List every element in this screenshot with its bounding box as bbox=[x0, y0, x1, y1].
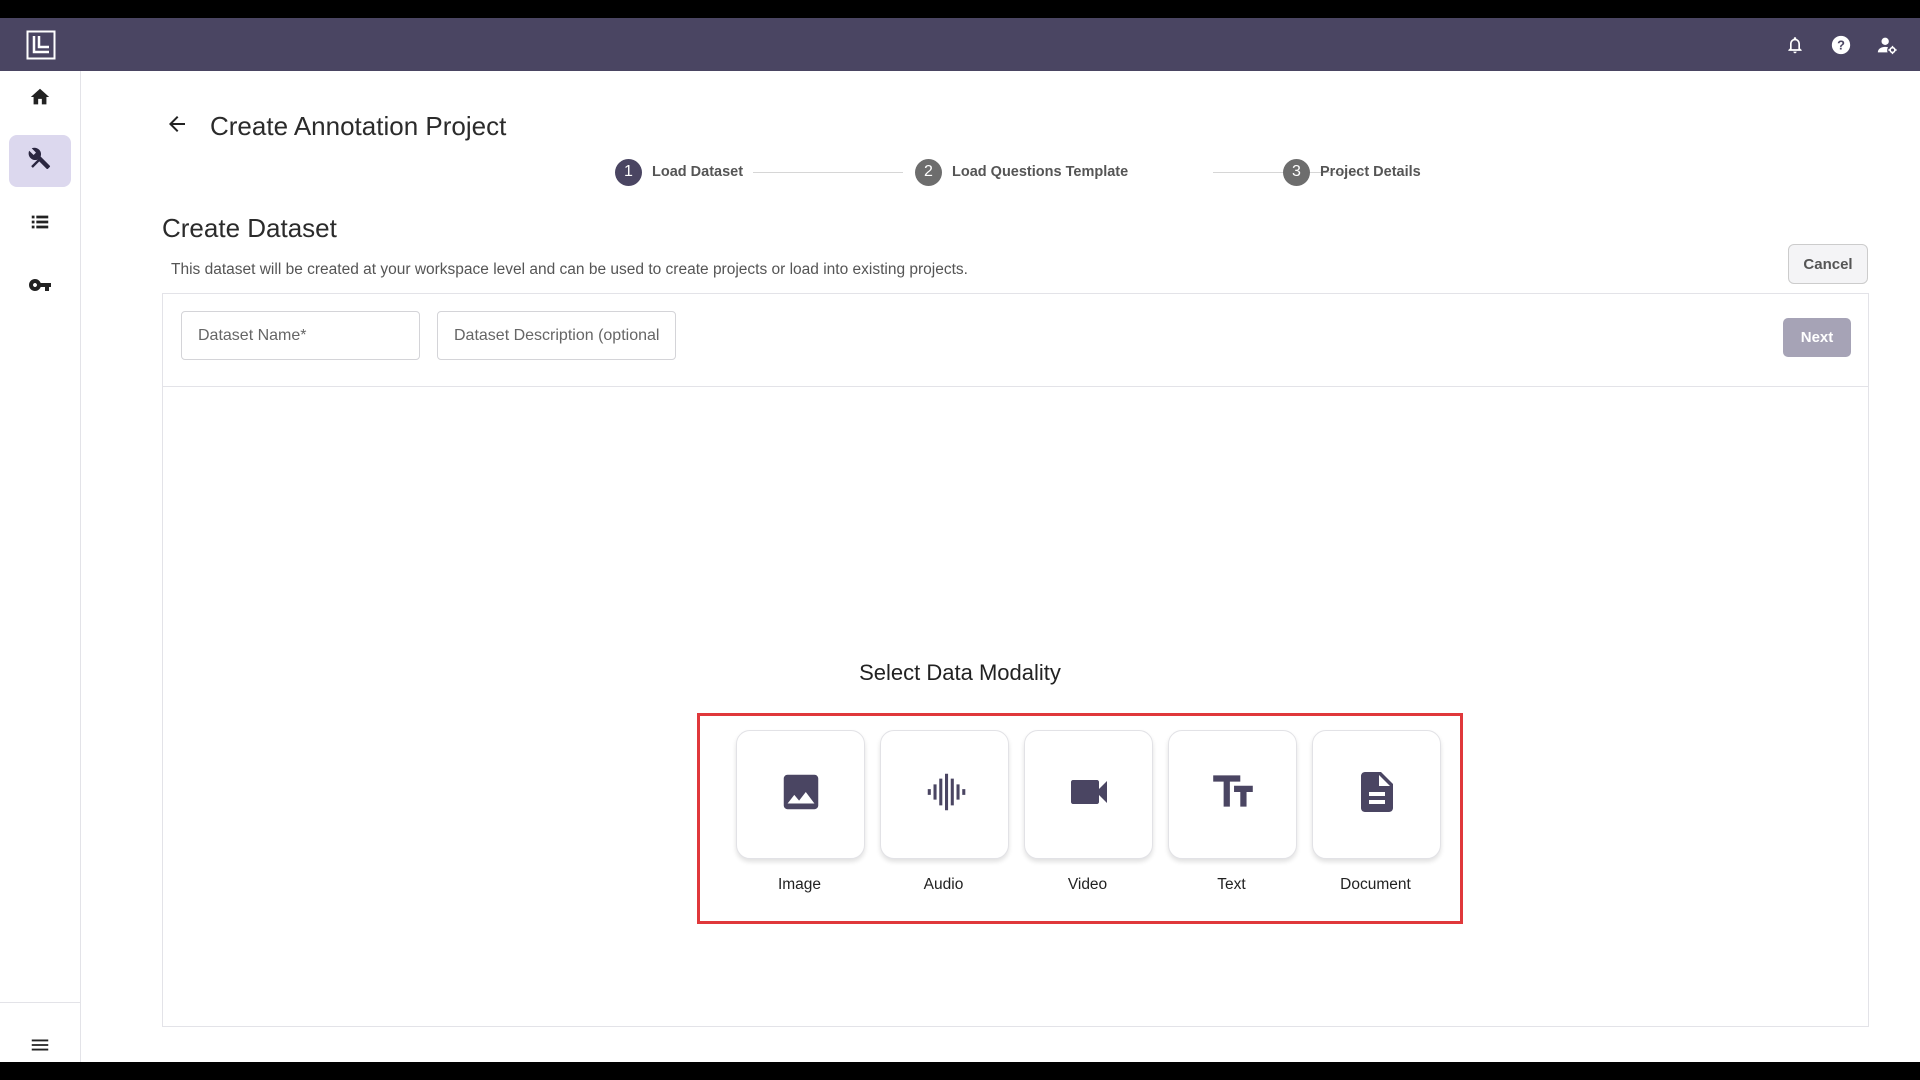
step-label: Load Dataset bbox=[652, 164, 744, 180]
tools-icon bbox=[28, 147, 52, 176]
page-title: Create Annotation Project bbox=[210, 111, 507, 141]
audio-waveform-icon bbox=[922, 769, 968, 820]
user-settings-icon[interactable] bbox=[1874, 32, 1900, 58]
step-load-dataset: 1 Load Dataset bbox=[615, 158, 743, 186]
document-icon bbox=[1353, 768, 1401, 821]
modality-title: Select Data Modality bbox=[859, 660, 1061, 685]
cancel-button[interactable]: Cancel bbox=[1788, 244, 1868, 284]
modality-image-button[interactable] bbox=[736, 730, 865, 859]
videocam-icon bbox=[1065, 768, 1113, 821]
image-icon bbox=[778, 769, 824, 820]
sidebar bbox=[0, 71, 81, 1062]
section-description: This dataset will be created at your wor… bbox=[171, 261, 968, 278]
main-content: Create Annotation Project 1 Load Dataset… bbox=[80, 71, 1920, 1062]
step-number: 1 bbox=[615, 158, 642, 186]
modality-text-label: Text bbox=[1217, 876, 1246, 893]
help-icon[interactable]: ? bbox=[1828, 32, 1854, 58]
sidebar-item-keys[interactable] bbox=[9, 261, 71, 313]
dataset-name-input[interactable] bbox=[182, 312, 419, 359]
section-title: Create Dataset bbox=[162, 213, 337, 243]
step-load-questions-template: 2 Load Questions Template bbox=[915, 158, 1128, 186]
top-bar-actions: ? bbox=[1782, 18, 1900, 71]
step-number: 2 bbox=[915, 158, 942, 186]
step-connector bbox=[753, 172, 903, 173]
sidebar-divider bbox=[0, 1002, 80, 1003]
text-fields-icon bbox=[1208, 767, 1258, 822]
svg-text:?: ? bbox=[1837, 37, 1845, 52]
sidebar-item-list[interactable] bbox=[9, 198, 71, 250]
menu-icon bbox=[29, 1034, 51, 1061]
sidebar-menu-toggle[interactable] bbox=[9, 1021, 71, 1062]
dataset-description-input[interactable] bbox=[438, 312, 675, 359]
modality-video-button[interactable] bbox=[1024, 730, 1153, 859]
sidebar-item-home[interactable] bbox=[9, 73, 71, 125]
sidebar-item-tools[interactable] bbox=[9, 135, 71, 187]
step-label: Load Questions Template bbox=[952, 164, 1129, 180]
home-icon bbox=[29, 86, 51, 113]
arrow-back-icon bbox=[165, 112, 189, 141]
list-icon bbox=[29, 211, 51, 238]
dataset-name-field[interactable] bbox=[181, 311, 420, 360]
modality-options: Image Audio Video Text Document bbox=[697, 713, 1463, 924]
modality-audio-button[interactable] bbox=[880, 730, 1009, 859]
stepper: 1 Load Dataset 2 Load Questions Template… bbox=[615, 158, 1501, 190]
modality-video-label: Video bbox=[1067, 876, 1108, 893]
bell-icon[interactable] bbox=[1782, 32, 1808, 58]
step-project-details: 3 Project Details bbox=[1283, 158, 1421, 186]
app-screen: ? Create Annotation Project 1 Load Datas… bbox=[0, 18, 1920, 1062]
back-button[interactable] bbox=[162, 112, 192, 142]
modality-document-button[interactable] bbox=[1312, 730, 1441, 859]
next-button[interactable]: Next bbox=[1783, 318, 1851, 357]
step-number: 3 bbox=[1283, 158, 1310, 186]
modality-audio-label: Audio bbox=[923, 876, 964, 893]
modality-document-label: Document bbox=[1340, 876, 1411, 893]
step-label: Project Details bbox=[1320, 164, 1421, 180]
dataset-description-field[interactable] bbox=[437, 311, 676, 360]
top-bar: ? bbox=[0, 18, 1920, 71]
key-icon bbox=[28, 273, 52, 302]
panel-divider bbox=[163, 386, 1868, 387]
modality-image-label: Image bbox=[777, 876, 822, 893]
modality-text-button[interactable] bbox=[1168, 730, 1297, 859]
logo-icon[interactable] bbox=[26, 30, 56, 60]
page-header: Create Annotation Project bbox=[162, 111, 506, 142]
